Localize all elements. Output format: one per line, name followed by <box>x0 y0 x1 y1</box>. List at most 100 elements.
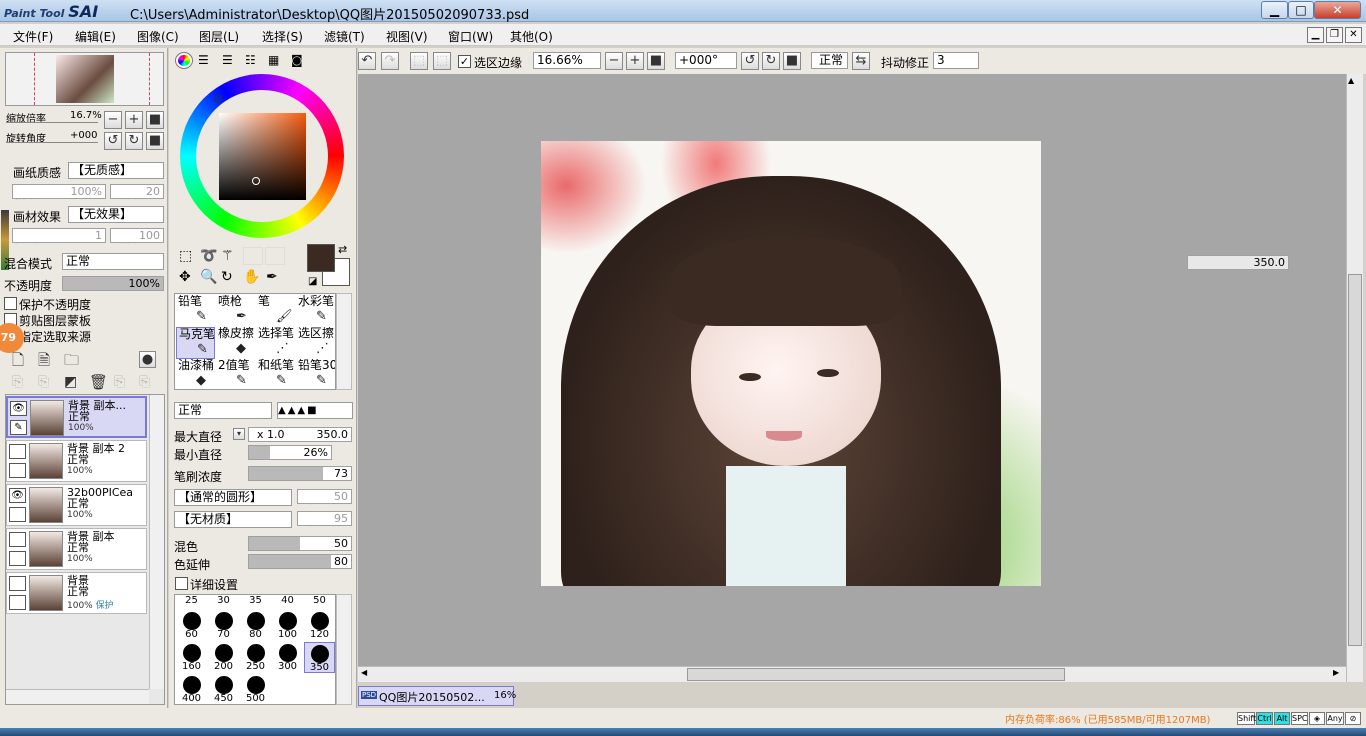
protect-opacity-checkbox[interactable] <box>4 297 17 310</box>
rect-select-icon[interactable]: ⬚ <box>179 248 192 264</box>
menu-edit[interactable]: 编辑(E) <box>75 28 116 45</box>
tool-11[interactable]: 和纸笔 ✎ <box>256 359 295 391</box>
brush-mode-select[interactable]: 正常 <box>174 402 272 419</box>
new-layer-icon[interactable]: 🗋 <box>12 350 24 375</box>
tool-5[interactable]: 马克笔 ✎ <box>176 327 215 359</box>
tool-8[interactable]: 选区擦 ⋰ <box>296 327 335 359</box>
brush-size-200[interactable]: 200 <box>208 642 239 673</box>
toolbar-zoom-in-button[interactable]: + <box>626 52 644 70</box>
brush-size-top[interactable]: 50 <box>304 596 335 608</box>
canvas-hscroll[interactable]: ◀ ▶ <box>358 666 1346 682</box>
detail-settings-checkbox[interactable] <box>175 577 188 590</box>
visibility-toggle-icon[interactable]: 👁 <box>9 488 26 503</box>
toolbar-zoom-out-button[interactable]: − <box>605 52 623 70</box>
lasso-icon[interactable]: ➰ <box>200 248 217 264</box>
texture-scale-slider[interactable]: 100% <box>12 184 106 199</box>
brush-size-scrollbar[interactable] <box>336 594 352 705</box>
min-size-slider[interactable]: 26% <box>248 445 332 460</box>
brush-size-top[interactable]: 35 <box>240 596 271 608</box>
toolbar-rotate-left-button[interactable]: ↺ <box>741 52 759 70</box>
brush-size-500[interactable]: 500 <box>240 674 271 705</box>
zoom-select[interactable]: 16.66% <box>533 52 601 69</box>
rotate-slider[interactable] <box>6 142 98 143</box>
brush-texture-strength-slider[interactable]: 95 <box>297 511 352 526</box>
brush-size-450[interactable]: 450 <box>208 674 239 705</box>
mdi-minimize-icon[interactable]: ▁ <box>1307 27 1324 43</box>
rotate-tool-icon[interactable]: ↻ <box>221 269 233 285</box>
texture-strength-slider[interactable]: 20 <box>110 184 164 199</box>
vscroll-thumb[interactable] <box>1348 274 1362 646</box>
menu-view[interactable]: 视图(V) <box>386 28 428 45</box>
brush-size-80[interactable]: 80 <box>240 610 271 641</box>
menu-layer[interactable]: 图层(L) <box>199 28 239 45</box>
zoom-out-button[interactable]: − <box>104 111 122 129</box>
zoom-tool-icon[interactable]: 🔍 <box>200 269 217 285</box>
tool-7[interactable]: 选择笔 ⋰ <box>256 327 295 359</box>
undo-button[interactable]: ↶ <box>358 52 376 70</box>
layer-item[interactable]: 👁 32b00PICea 正常 100% <box>6 484 147 526</box>
menu-filter[interactable]: 滤镜(T) <box>324 28 365 45</box>
canvas-vscroll[interactable]: ▲ <box>1346 74 1363 682</box>
brush-size-top[interactable]: 40 <box>272 596 303 608</box>
blend-mode-select[interactable]: 正常 <box>62 253 164 270</box>
default-colors-icon[interactable]: ◪ <box>308 276 317 287</box>
brush-size-60[interactable]: 60 <box>176 610 207 641</box>
new-linework-layer-icon[interactable]: 🗎 <box>38 350 50 375</box>
tool-9[interactable]: 油漆桶 ◆ <box>176 359 215 391</box>
layer-edit-icon[interactable] <box>9 507 26 522</box>
shape-strength-slider[interactable]: 50 <box>297 489 352 504</box>
toolbar-rotate-right-button[interactable]: ↻ <box>762 52 780 70</box>
primary-color-swatch[interactable] <box>307 244 335 272</box>
mdi-close-icon[interactable]: ✕ <box>1345 27 1362 43</box>
menu-other[interactable]: 其他(O) <box>510 28 553 45</box>
toolbar-rotate-reset-button[interactable]: ■ <box>783 52 801 70</box>
swatch-tab-icon[interactable]: ☷ <box>245 53 256 67</box>
scratchpad-tab-icon[interactable]: ◙ <box>291 53 303 67</box>
hscroll-thumb[interactable] <box>687 668 1065 681</box>
brush-size-120[interactable]: 120 <box>304 610 335 641</box>
tool-6[interactable]: 橡皮擦 ◆ <box>216 327 255 359</box>
rotate-left-button[interactable]: ↺ <box>104 132 122 150</box>
color-wheel-tab-icon[interactable] <box>175 52 193 69</box>
tool-2[interactable]: 喷枪 ✒ <box>216 295 255 327</box>
scroll-up-icon[interactable]: ▲ <box>1348 76 1354 85</box>
layer-mask-icon[interactable]: ● <box>139 351 156 368</box>
delete-layer-icon[interactable]: 🗑 <box>89 373 108 391</box>
layer-edit-icon[interactable] <box>9 463 26 478</box>
zoom-in-button[interactable]: + <box>125 111 143 129</box>
magic-wand-icon[interactable]: ⚚ <box>221 248 234 264</box>
visibility-toggle-icon[interactable] <box>9 532 26 547</box>
brush-texture-select[interactable]: 【无材质】 <box>174 511 292 528</box>
brush-size-top[interactable]: 30 <box>208 596 239 608</box>
paper-effect-select[interactable]: 【无效果】 <box>68 206 164 223</box>
close-button[interactable]: ✕ <box>1314 1 1361 19</box>
layer-edit-icon[interactable]: ✎ <box>10 420 27 435</box>
layer-item[interactable]: 背景 副本 正常 100% <box>6 528 147 570</box>
blend-slider[interactable]: 50 <box>248 536 352 551</box>
brush-size-250[interactable]: 250 <box>240 642 271 673</box>
brush-size-400[interactable]: 400 <box>176 674 207 705</box>
brush-size-350[interactable]: 350 <box>304 642 335 673</box>
hsv-slider-tab-icon[interactable]: ☰ <box>222 53 233 67</box>
selection-edge-checkbox[interactable]: ✓ <box>458 55 471 68</box>
tool-12[interactable]: 铅笔30 ✎ <box>296 359 335 391</box>
persistence-slider[interactable]: 80 <box>248 554 352 569</box>
scroll-right-icon[interactable]: ▶ <box>1333 668 1339 677</box>
tool-10[interactable]: 2值笔 ✎ <box>216 359 255 391</box>
tool-3[interactable]: 笔 🖌 <box>256 295 295 327</box>
artwork-image[interactable] <box>541 141 1041 586</box>
angle-select[interactable]: +000° <box>675 52 737 69</box>
layer-edit-icon[interactable] <box>9 595 26 610</box>
rotate-reset-button[interactable]: ■ <box>146 132 164 150</box>
visibility-toggle-icon[interactable] <box>9 576 26 591</box>
zoom-reset-button[interactable]: ■ <box>146 111 164 129</box>
eyedropper-icon[interactable]: ✒ <box>266 269 278 285</box>
layer-list-vscroll[interactable] <box>149 395 164 689</box>
effect-degree-slider[interactable]: 1 <box>12 228 106 243</box>
menu-image[interactable]: 图像(C) <box>137 28 179 45</box>
scroll-left-icon[interactable]: ◀ <box>361 668 367 677</box>
palette-tab-icon[interactable]: ▦ <box>268 53 279 67</box>
move-icon[interactable]: ✥ <box>179 269 191 285</box>
flip-canvas-button[interactable]: ⇆ <box>852 52 870 70</box>
paper-texture-select[interactable]: 【无质感】 <box>68 162 164 179</box>
